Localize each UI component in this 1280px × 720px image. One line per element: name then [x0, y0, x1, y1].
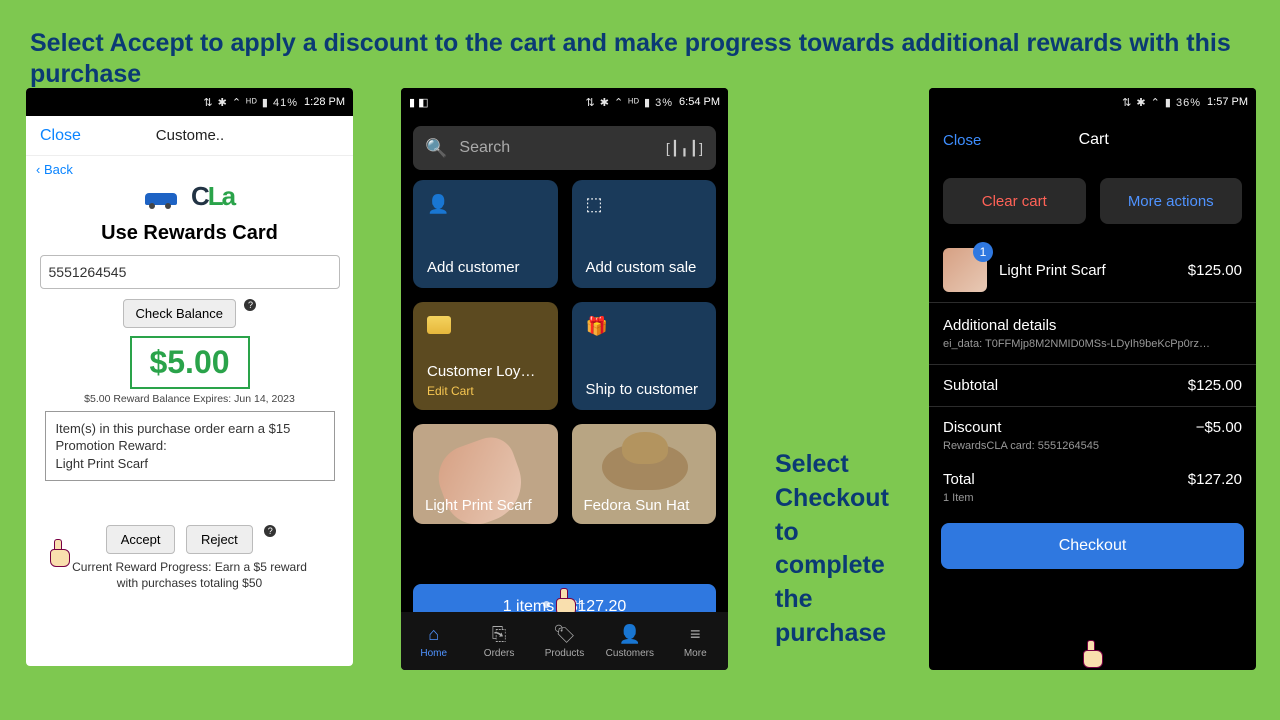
item-name: Light Print Scarf: [999, 262, 1176, 279]
search-input[interactable]: 🔍 Search [┃╻┃]: [413, 126, 716, 170]
tile-add-custom-sale[interactable]: ⬚ Add custom sale: [572, 180, 717, 288]
status-left: ▮ ◧: [409, 96, 429, 109]
brand-logo: CLa: [26, 181, 353, 214]
cart-icon: [145, 185, 185, 209]
tile-add-customer[interactable]: 👤 Add customer: [413, 180, 558, 288]
tab-more[interactable]: ≡More: [665, 624, 725, 659]
phone-pos-home: ▮ ◧ ⇅ ✱ ⌃ ᴴᴰ ▮ 3% 6:54 PM 🔍 Search [┃╻┃]…: [401, 88, 728, 670]
status-time: 6:54 PM: [679, 96, 720, 108]
orders-icon: ⎘: [469, 624, 529, 645]
expires-text: $5.00 Reward Balance Expires: Jun 14, 20…: [26, 393, 353, 405]
status-icons: ⇅ ✱ ⌃ ᴴᴰ ▮ 3%: [585, 96, 679, 109]
help-icon[interactable]: ?: [264, 525, 276, 537]
qty-badge: 1: [973, 242, 993, 262]
status-icons: ⇅ ✱ ⌃ ▮ 36%: [1122, 96, 1207, 109]
checkout-button[interactable]: Checkout: [941, 523, 1244, 569]
person-icon: 👤: [427, 194, 544, 215]
card-number-input[interactable]: 5551264545: [40, 255, 340, 289]
cursor-icon: [1081, 640, 1105, 668]
modal-header: Close Custome..: [26, 116, 353, 156]
tab-orders[interactable]: ⎘Orders: [469, 624, 529, 659]
additional-details[interactable]: Additional details ei_data: T0FFMjp8M2NM…: [929, 303, 1256, 350]
help-icon[interactable]: ?: [244, 299, 256, 311]
reward-progress: Current Reward Progress: Earn a $5 rewar…: [42, 560, 337, 591]
gift-icon: 🎁: [586, 316, 703, 337]
reject-button[interactable]: Reject: [186, 525, 253, 554]
tile-customer-loyalty[interactable]: Customer Loy… Edit Cart: [413, 302, 558, 410]
barcode-icon[interactable]: [┃╻┃]: [666, 140, 704, 157]
search-placeholder: Search: [459, 139, 510, 157]
item-price: $125.00: [1188, 262, 1242, 279]
tab-products[interactable]: 🏷Products: [534, 624, 594, 659]
home-icon: ⌂: [404, 624, 464, 645]
reward-amount: $5.00: [130, 336, 250, 389]
clear-cart-button[interactable]: Clear cart: [943, 178, 1086, 224]
modal-title: Custome..: [41, 127, 339, 144]
status-icons: ⇅ ✱ ⌃ ᴴᴰ ▮ 41%: [203, 96, 304, 109]
menu-icon: ≡: [665, 624, 725, 645]
tile-ship-to-customer[interactable]: 🎁 Ship to customer: [572, 302, 717, 410]
line-discount[interactable]: Discount RewardsCLA card: 5551264545 −$5…: [929, 407, 1256, 455]
line-total: Total 1 Item $127.20: [929, 455, 1256, 507]
person-icon: 👤: [600, 624, 660, 645]
phone-rewards: ⇅ ✱ ⌃ ᴴᴰ ▮ 41% 1:28 PM Close Custome.. ‹…: [26, 88, 353, 666]
tab-customers[interactable]: 👤Customers: [600, 624, 660, 659]
bottom-tabs: ⌂Home ⎘Orders 🏷Products 👤Customers ≡More: [401, 612, 728, 670]
add-page-icon[interactable]: ＋: [573, 594, 587, 614]
instruction-checkout: Select Checkout to complete the purchase: [775, 448, 915, 651]
status-time: 1:28 PM: [304, 96, 345, 108]
cart-title: Cart: [945, 131, 1242, 149]
tab-home[interactable]: ⌂Home: [404, 624, 464, 659]
phone-cart: ⇅ ✱ ⌃ ▮ 36% 1:57 PM Close Cart Clear car…: [929, 88, 1256, 670]
promo-box: Item(s) in this purchase order earn a $1…: [45, 411, 335, 482]
page-dots: ＋: [543, 594, 587, 614]
product-scarf[interactable]: Light Print Scarf: [413, 424, 558, 524]
more-actions-button[interactable]: More actions: [1100, 178, 1243, 224]
tag-icon: 🏷: [534, 624, 594, 645]
upload-icon: ⬚: [586, 194, 703, 215]
status-bar: ▮ ◧ ⇅ ✱ ⌃ ᴴᴰ ▮ 3% 6:54 PM: [401, 88, 728, 116]
accept-button[interactable]: Accept: [106, 525, 176, 554]
search-icon: 🔍: [425, 138, 447, 159]
status-time: 1:57 PM: [1207, 96, 1248, 108]
status-bar: ⇅ ✱ ⌃ ᴴᴰ ▮ 41% 1:28 PM: [26, 88, 353, 116]
cart-item[interactable]: 1 Light Print Scarf $125.00: [929, 238, 1256, 302]
check-balance-button[interactable]: Check Balance: [123, 299, 236, 328]
rewards-heading: Use Rewards Card: [26, 222, 353, 245]
back-link[interactable]: ‹ Back: [26, 156, 353, 179]
cart-header: Close Cart: [929, 116, 1256, 164]
line-subtotal: Subtotal$125.00: [929, 365, 1256, 396]
loyalty-icon: [427, 316, 451, 334]
status-bar: ⇅ ✱ ⌃ ▮ 36% 1:57 PM: [929, 88, 1256, 116]
product-hat[interactable]: Fedora Sun Hat: [572, 424, 717, 524]
